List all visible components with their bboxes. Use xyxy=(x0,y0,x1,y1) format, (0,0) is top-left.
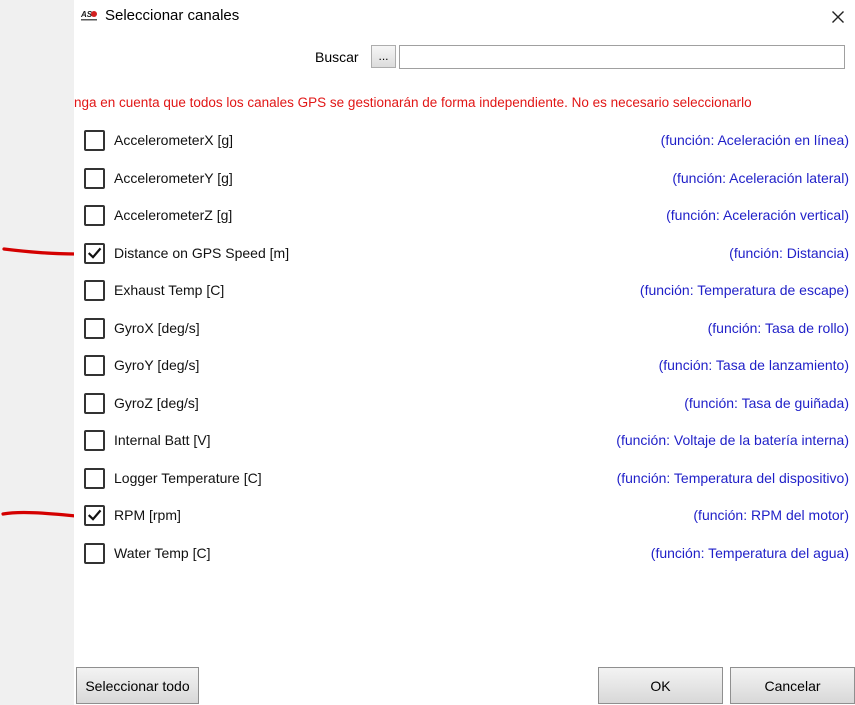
channel-checkbox[interactable] xyxy=(84,392,105,414)
channel-row[interactable]: Internal Batt [V] (función: Voltaje de la… xyxy=(74,426,855,456)
channel-checkbox[interactable] xyxy=(84,205,105,226)
select-channels-dialog: AS Seleccionar canales Buscar ... nga en… xyxy=(74,0,855,705)
aim-logo-icon: AS xyxy=(80,8,98,22)
search-options-button[interactable]: ... xyxy=(371,45,396,68)
channel-checkbox[interactable] xyxy=(84,242,105,264)
channel-name: AccelerometerX [g] xyxy=(114,132,234,148)
channel-name: Distance on GPS Speed [m] xyxy=(114,244,290,261)
checkmark-icon xyxy=(87,247,102,259)
channel-checkbox[interactable] xyxy=(84,467,105,489)
channel-name: GyroZ [deg/s] xyxy=(114,394,199,411)
channel-row[interactable]: RPM [rpm] (función: RPM del motor) xyxy=(74,501,855,531)
channel-row[interactable]: AccelerometerZ [g] (función: Aceleración … xyxy=(74,201,855,231)
channel-checkbox[interactable] xyxy=(84,505,105,526)
channel-row[interactable]: Logger Temperature [C] (función: Temperat… xyxy=(74,464,855,494)
channel-function: (función: Temperatura de escape) xyxy=(639,282,849,298)
annotation-mark-rpm xyxy=(1,510,78,518)
channel-name: Exhaust Temp [C] xyxy=(114,282,225,298)
channel-name: GyroY [deg/s] xyxy=(114,357,200,373)
search-input[interactable] xyxy=(399,45,845,69)
close-button[interactable] xyxy=(821,0,855,34)
channel-function: (función: Temperatura del agua) xyxy=(650,544,849,561)
channel-row[interactable]: Water Temp [C] (función: Temperatura del … xyxy=(74,539,855,569)
title-bar: AS Seleccionar canales xyxy=(74,0,855,34)
close-icon xyxy=(832,11,844,23)
svg-text:AS: AS xyxy=(80,10,93,19)
channel-checkbox[interactable] xyxy=(84,542,105,564)
channel-name: Internal Batt [V] xyxy=(114,432,211,448)
select-all-button[interactable]: Seleccionar todo xyxy=(76,667,199,704)
channel-row[interactable]: GyroX [deg/s] (función: Tasa de rollo) xyxy=(74,314,855,344)
channel-function: (función: Tasa de guiñada) xyxy=(684,394,849,411)
channel-function: (función: Voltaje de la batería interna) xyxy=(616,432,849,448)
channel-function: (función: Temperatura del dispositivo) xyxy=(616,469,849,486)
channel-row[interactable]: Distance on GPS Speed [m] (función: Dista… xyxy=(74,239,855,269)
channel-function: (función: Distancia) xyxy=(729,244,849,261)
window-title: Seleccionar canales xyxy=(105,7,240,24)
channel-function: (función: Tasa de rollo) xyxy=(707,319,849,336)
ok-button[interactable]: OK xyxy=(598,667,723,704)
channel-name: AccelerometerZ [g] xyxy=(114,207,233,223)
cancel-button[interactable]: Cancelar xyxy=(730,667,855,704)
channel-name: RPM [rpm] xyxy=(114,507,181,523)
channel-name: AccelerometerY [g] xyxy=(114,169,233,186)
channel-row[interactable]: GyroY [deg/s] (función: Tasa de lanzamien… xyxy=(74,351,855,381)
channel-checkbox[interactable] xyxy=(84,317,105,339)
channel-checkbox[interactable] xyxy=(84,130,105,151)
channel-function: (función: Aceleración lateral) xyxy=(672,169,849,186)
channel-row[interactable]: AccelerometerY [g] (función: Aceleración … xyxy=(74,164,855,194)
gps-channels-note-text: nga en cuenta que todos los canales GPS … xyxy=(74,95,752,110)
channel-row[interactable]: Exhaust Temp [C] (función: Temperatura de… xyxy=(74,276,855,306)
channel-row[interactable]: GyroZ [deg/s] (función: Tasa de guiñada) xyxy=(74,389,855,419)
annotation-mark-distance xyxy=(2,247,79,256)
channel-checkbox[interactable] xyxy=(84,280,105,301)
channel-function: (función: Aceleración vertical) xyxy=(666,207,849,223)
channel-function: (función: Tasa de lanzamiento) xyxy=(658,357,849,373)
channel-function: (función: Aceleración en línea) xyxy=(660,132,849,148)
dialog-content: Buscar ... nga en cuenta que todos los c… xyxy=(74,34,855,705)
background-strip xyxy=(0,0,74,705)
channel-checkbox[interactable] xyxy=(84,167,105,189)
channel-checkbox[interactable] xyxy=(84,430,105,451)
channel-checkbox[interactable] xyxy=(84,355,105,376)
channel-row[interactable]: AccelerometerX [g] (función: Aceleración … xyxy=(74,126,855,156)
channel-function: (función: RPM del motor) xyxy=(693,507,849,523)
gps-channels-note: nga en cuenta que todos los canales GPS … xyxy=(74,95,850,110)
channel-name: Logger Temperature [C] xyxy=(114,469,262,486)
search-label: Buscar xyxy=(315,49,359,65)
channel-name: GyroX [deg/s] xyxy=(114,319,200,336)
checkmark-icon xyxy=(87,509,102,521)
channel-name: Water Temp [C] xyxy=(114,544,211,561)
